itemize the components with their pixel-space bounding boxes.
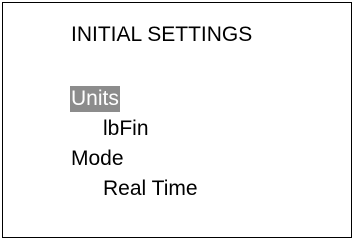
settings-menu: Units lbFin Mode Real Time	[70, 86, 199, 206]
menu-item-units[interactable]: Units	[70, 86, 199, 116]
menu-item-units-label: Units	[70, 86, 120, 112]
menu-item-mode-value: Real Time	[70, 176, 199, 206]
lcd-display: INITIAL SETTINGS Units lbFin Mode Real T…	[2, 2, 352, 238]
screen-title: INITIAL SETTINGS	[71, 23, 253, 46]
mode-value: Real Time	[103, 177, 198, 200]
units-value: lbFin	[103, 117, 149, 140]
menu-item-mode-label: Mode	[71, 147, 124, 170]
menu-item-mode[interactable]: Mode	[70, 146, 199, 176]
menu-item-units-value: lbFin	[70, 116, 199, 146]
